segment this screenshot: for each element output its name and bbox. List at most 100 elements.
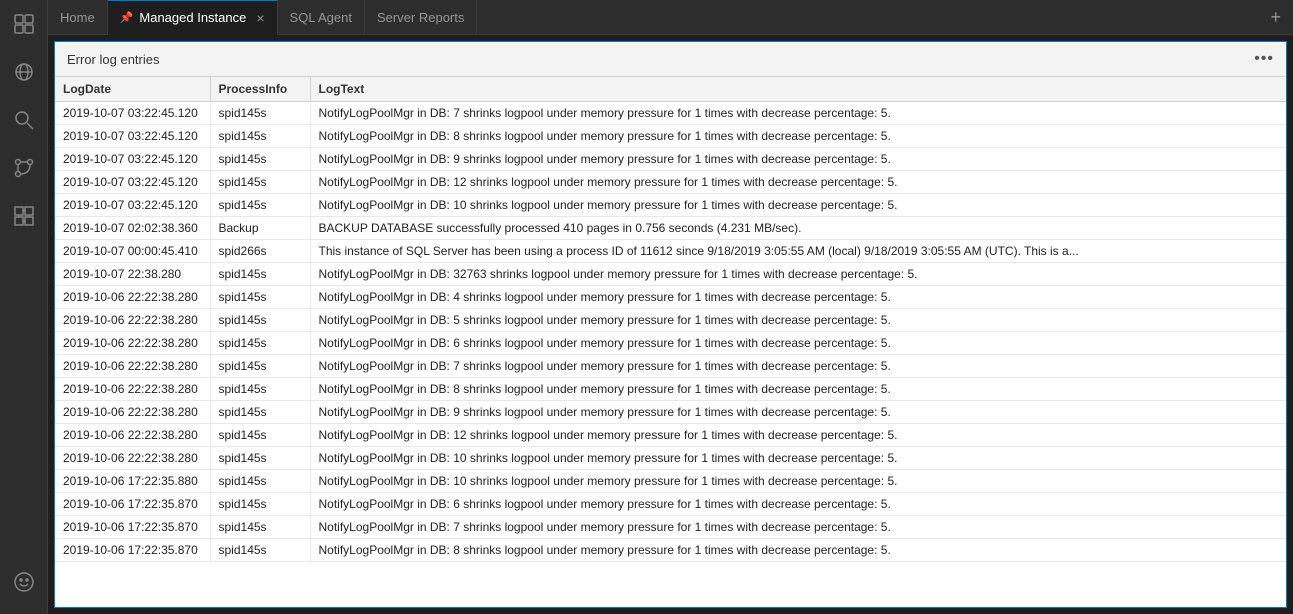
cell-process: Backup — [210, 217, 310, 240]
tab-managed-instance-label: Managed Instance — [139, 10, 246, 25]
table-row: 2019-10-07 02:02:38.360BackupBACKUP DATA… — [55, 217, 1286, 240]
feedback-icon[interactable] — [0, 558, 48, 606]
cell-date: 2019-10-06 22:22:38.280 — [55, 378, 210, 401]
table-row: 2019-10-06 17:22:35.870spid145sNotifyLog… — [55, 516, 1286, 539]
table-row: 2019-10-07 03:22:45.120spid145sNotifyLog… — [55, 148, 1286, 171]
cell-process: spid145s — [210, 263, 310, 286]
cell-process: spid266s — [210, 240, 310, 263]
cell-date: 2019-10-06 17:22:35.870 — [55, 539, 210, 562]
tab-managed-instance[interactable]: 📌 Managed Instance × — [108, 0, 278, 35]
content-panel: Error log entries ••• LogDate ProcessInf… — [54, 41, 1287, 608]
table-row: 2019-10-06 22:22:38.280spid145sNotifyLog… — [55, 286, 1286, 309]
object-explorer-icon[interactable] — [0, 48, 48, 96]
cell-date: 2019-10-06 22:22:38.280 — [55, 332, 210, 355]
cell-logtext: NotifyLogPoolMgr in DB: 9 shrinks logpoo… — [310, 148, 1286, 171]
cell-date: 2019-10-07 03:22:45.120 — [55, 194, 210, 217]
tab-managed-instance-close[interactable]: × — [256, 10, 264, 26]
cell-date: 2019-10-07 00:00:45.410 — [55, 240, 210, 263]
cell-process: spid145s — [210, 102, 310, 125]
cell-date: 2019-10-07 03:22:45.120 — [55, 171, 210, 194]
table-row: 2019-10-07 03:22:45.120spid145sNotifyLog… — [55, 125, 1286, 148]
table-row: 2019-10-07 03:22:45.120spid145sNotifyLog… — [55, 171, 1286, 194]
tab-bar: Home 📌 Managed Instance × SQL Agent Serv… — [48, 0, 1293, 35]
cell-logtext: BACKUP DATABASE successfully processed 4… — [310, 217, 1286, 240]
cell-date: 2019-10-06 22:22:38.280 — [55, 309, 210, 332]
cell-logtext: NotifyLogPoolMgr in DB: 10 shrinks logpo… — [310, 470, 1286, 493]
cell-date: 2019-10-06 22:22:38.280 — [55, 424, 210, 447]
cell-date: 2019-10-06 17:22:35.880 — [55, 470, 210, 493]
cell-logtext: NotifyLogPoolMgr in DB: 12 shrinks logpo… — [310, 424, 1286, 447]
cell-date: 2019-10-07 22:38.280 — [55, 263, 210, 286]
cell-logtext: NotifyLogPoolMgr in DB: 8 shrinks logpoo… — [310, 378, 1286, 401]
cell-logtext: This instance of SQL Server has been usi… — [310, 240, 1286, 263]
tab-server-reports-label: Server Reports — [377, 10, 464, 25]
pin-icon: 📌 — [120, 11, 134, 24]
cell-logtext: NotifyLogPoolMgr in DB: 6 shrinks logpoo… — [310, 493, 1286, 516]
cell-logtext: NotifyLogPoolMgr in DB: 7 shrinks logpoo… — [310, 516, 1286, 539]
cell-process: spid145s — [210, 401, 310, 424]
cell-logtext: NotifyLogPoolMgr in DB: 6 shrinks logpoo… — [310, 332, 1286, 355]
table-row: 2019-10-06 17:22:35.870spid145sNotifyLog… — [55, 539, 1286, 562]
col-header-logdate: LogDate — [55, 77, 210, 102]
cell-date: 2019-10-06 22:22:38.280 — [55, 401, 210, 424]
table-row: 2019-10-07 03:22:45.120spid145sNotifyLog… — [55, 102, 1286, 125]
cell-process: spid145s — [210, 125, 310, 148]
table-row: 2019-10-06 22:22:38.280spid145sNotifyLog… — [55, 424, 1286, 447]
tab-server-reports[interactable]: Server Reports — [365, 0, 477, 35]
table-row: 2019-10-06 17:22:35.880spid145sNotifyLog… — [55, 470, 1286, 493]
tab-home-label: Home — [60, 10, 95, 25]
cell-date: 2019-10-06 22:22:38.280 — [55, 286, 210, 309]
table-row: 2019-10-07 00:00:45.410spid266sThis inst… — [55, 240, 1286, 263]
cell-process: spid145s — [210, 539, 310, 562]
git-icon[interactable] — [0, 144, 48, 192]
cell-date: 2019-10-07 03:22:45.120 — [55, 102, 210, 125]
connections-icon[interactable] — [0, 0, 48, 48]
cell-date: 2019-10-07 03:22:45.120 — [55, 148, 210, 171]
cell-process: spid145s — [210, 493, 310, 516]
cell-process: spid145s — [210, 332, 310, 355]
col-header-processinfo: ProcessInfo — [210, 77, 310, 102]
extensions-icon[interactable] — [0, 192, 48, 240]
cell-process: spid145s — [210, 194, 310, 217]
table-row: 2019-10-07 03:22:45.120spid145sNotifyLog… — [55, 194, 1286, 217]
cell-date: 2019-10-06 17:22:35.870 — [55, 516, 210, 539]
cell-logtext: NotifyLogPoolMgr in DB: 7 shrinks logpoo… — [310, 355, 1286, 378]
log-header: Error log entries ••• — [55, 42, 1286, 77]
table-row: 2019-10-06 22:22:38.280spid145sNotifyLog… — [55, 447, 1286, 470]
cell-process: spid145s — [210, 516, 310, 539]
tab-sql-agent-label: SQL Agent — [290, 10, 352, 25]
log-menu-button[interactable]: ••• — [1254, 50, 1274, 68]
cell-date: 2019-10-07 02:02:38.360 — [55, 217, 210, 240]
add-tab-button[interactable]: + — [1258, 7, 1293, 28]
table-body: 2019-10-07 03:22:45.120spid145sNotifyLog… — [55, 102, 1286, 562]
cell-process: spid145s — [210, 470, 310, 493]
cell-process: spid145s — [210, 309, 310, 332]
table-row: 2019-10-06 22:22:38.280spid145sNotifyLog… — [55, 401, 1286, 424]
tab-sql-agent[interactable]: SQL Agent — [278, 0, 365, 35]
cell-logtext: NotifyLogPoolMgr in DB: 10 shrinks logpo… — [310, 194, 1286, 217]
cell-logtext: NotifyLogPoolMgr in DB: 8 shrinks logpoo… — [310, 539, 1286, 562]
search-icon[interactable] — [0, 96, 48, 144]
cell-date: 2019-10-06 22:22:38.280 — [55, 355, 210, 378]
cell-logtext: NotifyLogPoolMgr in DB: 32763 shrinks lo… — [310, 263, 1286, 286]
table-row: 2019-10-07 22:38.280spid145sNotifyLogPoo… — [55, 263, 1286, 286]
cell-process: spid145s — [210, 355, 310, 378]
error-log-table: LogDate ProcessInfo LogText 2019-10-07 0… — [55, 77, 1286, 562]
cell-date: 2019-10-06 22:22:38.280 — [55, 447, 210, 470]
cell-process: spid145s — [210, 378, 310, 401]
table-wrapper[interactable]: LogDate ProcessInfo LogText 2019-10-07 0… — [55, 77, 1286, 607]
cell-date: 2019-10-06 17:22:35.870 — [55, 493, 210, 516]
cell-process: spid145s — [210, 424, 310, 447]
table-row: 2019-10-06 22:22:38.280spid145sNotifyLog… — [55, 378, 1286, 401]
table-header-row: LogDate ProcessInfo LogText — [55, 77, 1286, 102]
cell-date: 2019-10-07 03:22:45.120 — [55, 125, 210, 148]
cell-process: spid145s — [210, 286, 310, 309]
table-row: 2019-10-06 22:22:38.280spid145sNotifyLog… — [55, 332, 1286, 355]
sidebar — [0, 0, 48, 614]
cell-logtext: NotifyLogPoolMgr in DB: 10 shrinks logpo… — [310, 447, 1286, 470]
col-header-logtext: LogText — [310, 77, 1286, 102]
log-title: Error log entries — [67, 52, 159, 67]
tab-home[interactable]: Home — [48, 0, 108, 35]
cell-process: spid145s — [210, 447, 310, 470]
cell-logtext: NotifyLogPoolMgr in DB: 8 shrinks logpoo… — [310, 125, 1286, 148]
